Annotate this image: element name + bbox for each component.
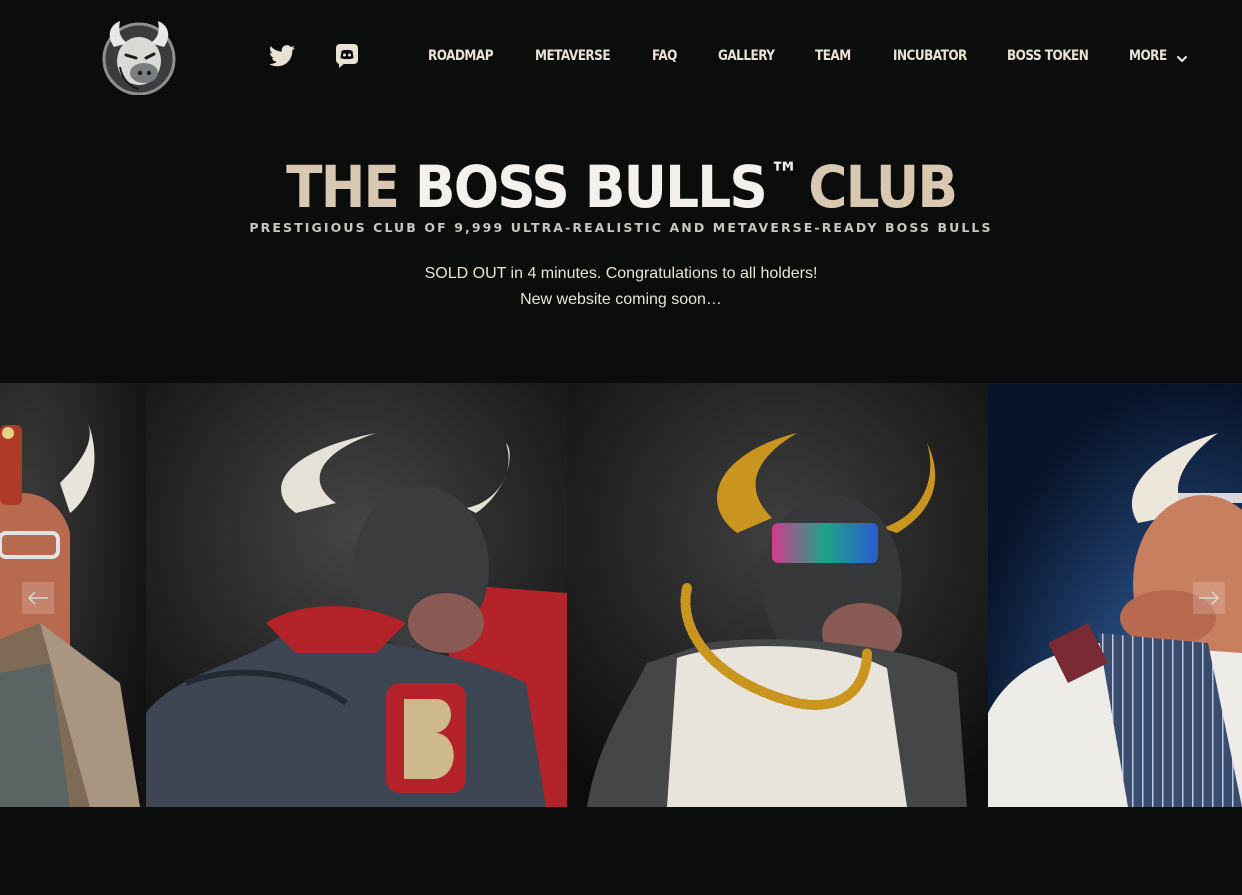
twitter-link[interactable] — [268, 42, 296, 70]
carousel-slide[interactable] — [146, 383, 567, 807]
title-club: CLUB — [808, 153, 958, 221]
carousel-slide[interactable] — [567, 383, 988, 807]
nav-gallery[interactable]: GALLERY — [718, 44, 775, 68]
bull-head-logo-icon[interactable] — [100, 17, 178, 96]
discord-link[interactable] — [333, 42, 361, 70]
nav-faq[interactable]: FAQ — [652, 44, 677, 68]
bull-gold-chain-image — [567, 383, 988, 807]
site-header: ROADMAP METAVERSE FAQ GALLERY TEAM INCUB… — [0, 0, 1242, 112]
nav-team[interactable]: TEAM — [815, 44, 851, 68]
title-the: THE — [285, 153, 400, 221]
sold-out-notice: SOLD OUT in 4 minutes. Congratulations t… — [424, 265, 818, 282]
page-subtitle: PRESTIGIOUS CLUB OF 9,999 ULTRA-REALISTI… — [249, 220, 993, 235]
trademark-symbol: ™ — [769, 155, 799, 193]
arrow-right-icon — [1199, 591, 1220, 605]
page-title: THE BOSS BULLS ™ CLUB — [0, 136, 1242, 225]
nav-more[interactable]: MORE — [1129, 44, 1167, 68]
title-boss-bulls: BOSS BULLS — [414, 153, 768, 221]
twitter-bird-icon — [269, 45, 295, 67]
carousel-next-button[interactable] — [1193, 582, 1225, 614]
nav-metaverse[interactable]: METAVERSE — [535, 44, 611, 68]
bull-superhero-image — [146, 383, 567, 807]
nav-boss-token[interactable]: BOSS TOKEN — [1007, 44, 1089, 68]
arrow-left-icon — [27, 591, 48, 605]
nav-roadmap[interactable]: ROADMAP — [428, 44, 494, 68]
discord-icon — [336, 44, 358, 68]
chevron-down-icon[interactable] — [1176, 50, 1188, 63]
carousel-prev-button[interactable] — [22, 582, 54, 614]
bull-gallery-carousel[interactable] — [0, 383, 1242, 807]
coming-soon-notice: New website coming soon… — [520, 291, 722, 308]
nav-incubator[interactable]: INCUBATOR — [893, 44, 967, 68]
